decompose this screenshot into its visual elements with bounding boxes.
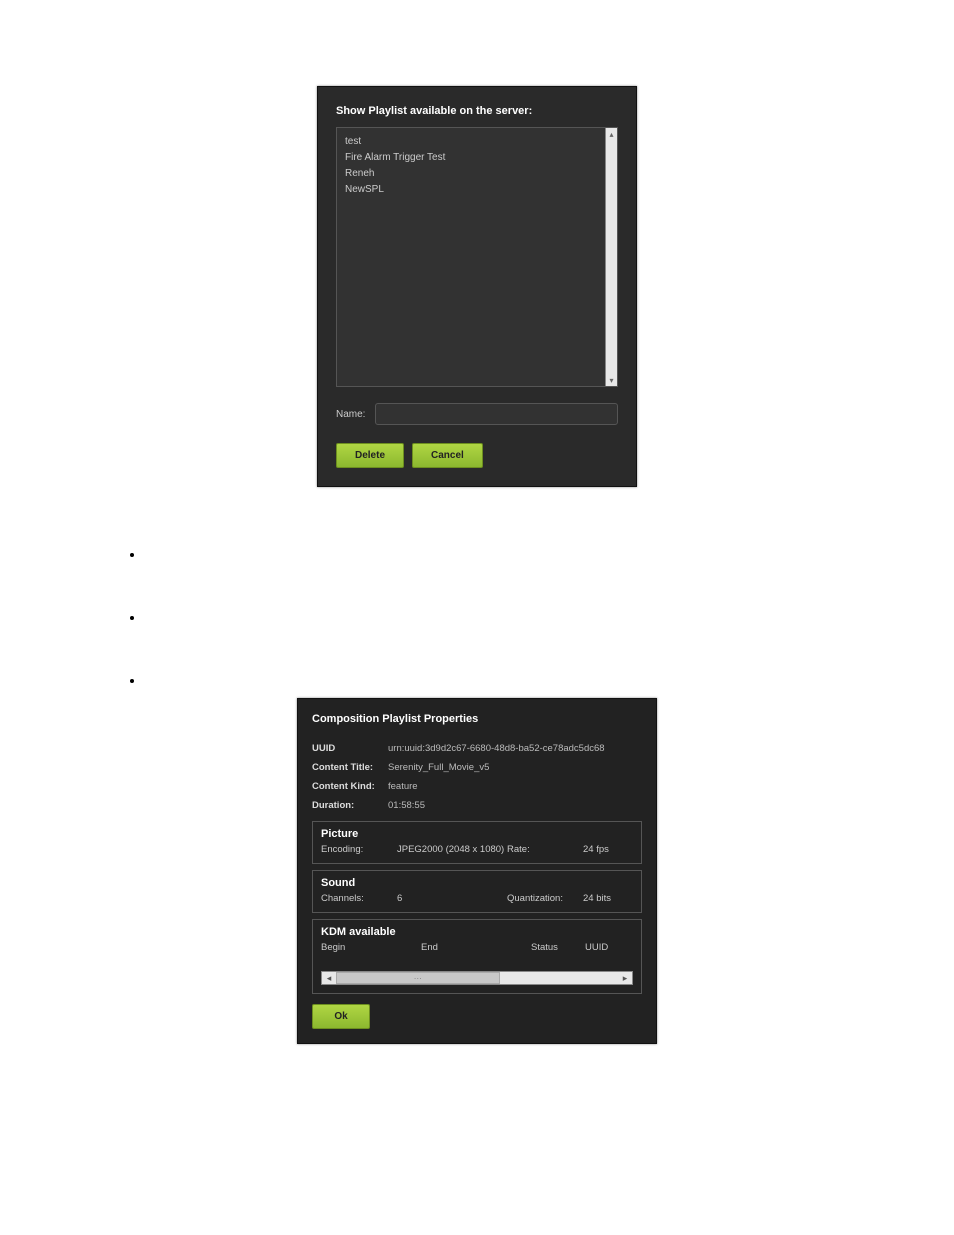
- rate-value: 24 fps: [583, 844, 633, 855]
- scroll-left-icon[interactable]: ◂: [322, 973, 336, 984]
- quantization-label: Quantization:: [507, 893, 583, 904]
- list-item[interactable]: Reneh: [345, 166, 597, 182]
- encoding-value: JPEG2000 (2048 x 1080): [397, 844, 507, 855]
- document-bullet-list: [145, 547, 785, 688]
- scroll-up-icon[interactable]: ▴: [606, 128, 617, 140]
- uuid-value: urn:uuid:3d9d2c67-6680-48d8-ba52-ce78adc…: [388, 743, 605, 754]
- picture-heading: Picture: [321, 828, 633, 840]
- kdm-section: KDM available Begin End Status UUID ◂ ⋯ …: [312, 919, 642, 994]
- duration-row: Duration: 01:58:55: [312, 796, 642, 815]
- encoding-label: Encoding:: [321, 844, 397, 855]
- hscroll-track[interactable]: ⋯: [336, 972, 618, 984]
- list-item: [145, 610, 785, 625]
- ok-button[interactable]: Ok: [312, 1004, 370, 1029]
- content-kind-value: feature: [388, 781, 418, 792]
- vertical-scrollbar[interactable]: ▴ ▾: [605, 128, 617, 386]
- kdm-heading: KDM available: [321, 926, 633, 938]
- kdm-col-status: Status: [531, 942, 585, 953]
- list-item[interactable]: NewSPL: [345, 182, 597, 198]
- sound-row: Channels: 6 Quantization: 24 bits: [321, 893, 633, 904]
- name-input[interactable]: [375, 403, 618, 425]
- horizontal-scrollbar[interactable]: ◂ ⋯ ▸: [321, 971, 633, 985]
- kdm-table-header: Begin End Status UUID: [321, 942, 633, 953]
- content-kind-row: Content Kind: feature: [312, 777, 642, 796]
- name-label: Name:: [336, 409, 365, 420]
- uuid-row: UUID urn:uuid:3d9d2c67-6680-48d8-ba52-ce…: [312, 739, 642, 758]
- playlist-listbox-container: test Fire Alarm Trigger Test Reneh NewSP…: [336, 127, 618, 387]
- kdm-col-uuid: UUID: [585, 942, 633, 953]
- sound-section: Sound Channels: 6 Quantization: 24 bits: [312, 870, 642, 913]
- show-playlist-title: Show Playlist available on the server:: [336, 105, 618, 117]
- list-item[interactable]: test: [345, 134, 597, 150]
- kdm-col-begin: Begin: [321, 942, 421, 953]
- cancel-button[interactable]: Cancel: [412, 443, 483, 468]
- picture-section: Picture Encoding: JPEG2000 (2048 x 1080)…: [312, 821, 642, 864]
- kdm-col-end: End: [421, 942, 531, 953]
- rate-label: Rate:: [507, 844, 583, 855]
- scroll-track[interactable]: [606, 140, 617, 374]
- list-item: [145, 547, 785, 562]
- show-playlist-dialog: Show Playlist available on the server: t…: [317, 86, 637, 487]
- content-title-row: Content Title: Serenity_Full_Movie_v5: [312, 758, 642, 777]
- ok-row: Ok: [312, 1004, 642, 1029]
- cpl-properties-title: Composition Playlist Properties: [312, 713, 642, 725]
- sound-heading: Sound: [321, 877, 633, 889]
- content-title-label: Content Title:: [312, 762, 388, 773]
- channels-value: 6: [397, 893, 507, 904]
- content-title-value: Serenity_Full_Movie_v5: [388, 762, 489, 773]
- list-item: [145, 673, 785, 688]
- button-row: Delete Cancel: [336, 443, 618, 468]
- picture-row: Encoding: JPEG2000 (2048 x 1080) Rate: 2…: [321, 844, 633, 855]
- scroll-right-icon[interactable]: ▸: [618, 973, 632, 984]
- channels-label: Channels:: [321, 893, 397, 904]
- cpl-properties-dialog: Composition Playlist Properties UUID urn…: [297, 698, 657, 1044]
- scroll-down-icon[interactable]: ▾: [606, 374, 617, 386]
- list-item[interactable]: Fire Alarm Trigger Test: [345, 150, 597, 166]
- duration-value: 01:58:55: [388, 800, 425, 811]
- name-row: Name:: [336, 403, 618, 425]
- quantization-value: 24 bits: [583, 893, 633, 904]
- hscroll-thumb[interactable]: ⋯: [336, 972, 500, 984]
- uuid-label: UUID: [312, 743, 388, 754]
- playlist-listbox[interactable]: test Fire Alarm Trigger Test Reneh NewSP…: [337, 128, 605, 386]
- content-kind-label: Content Kind:: [312, 781, 388, 792]
- delete-button[interactable]: Delete: [336, 443, 404, 468]
- duration-label: Duration:: [312, 800, 388, 811]
